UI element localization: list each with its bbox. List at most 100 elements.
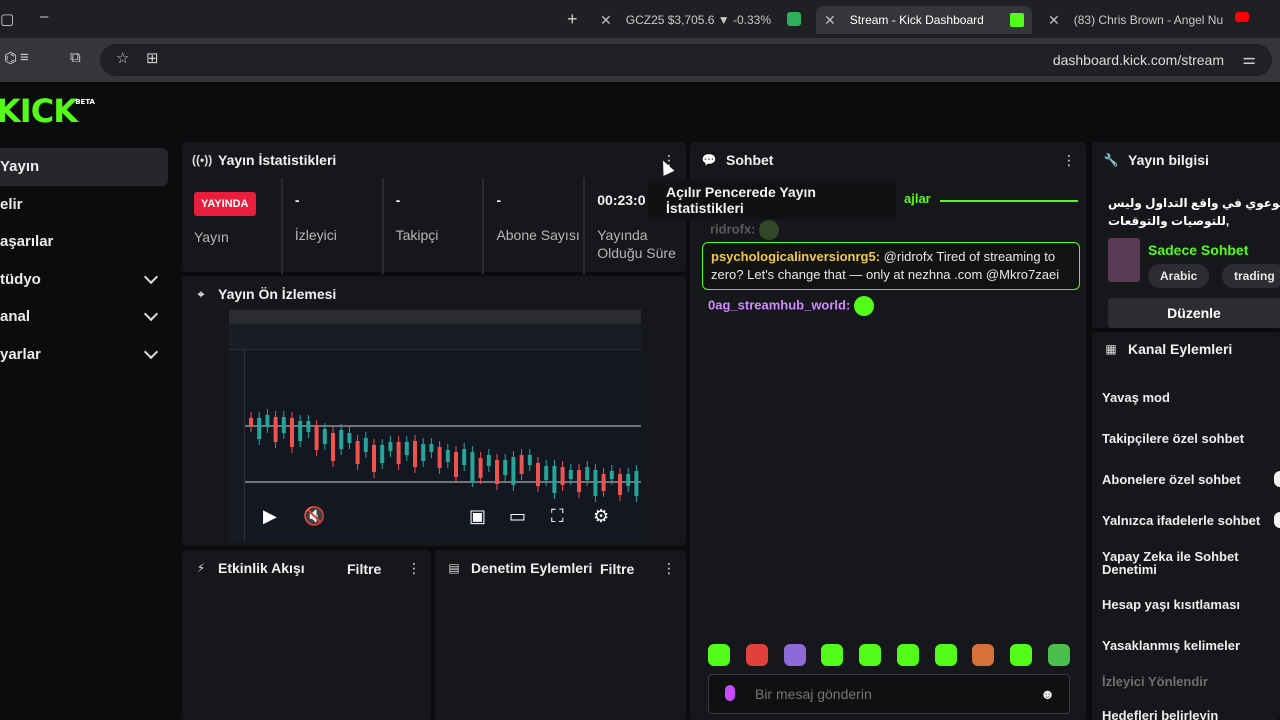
preview-candle <box>454 452 458 477</box>
channel-actions-panel: ▦ Kanal Eylemleri Yavaş mod Takipçilere … <box>1092 332 1280 720</box>
slow-mode-toggle[interactable]: Yavaş mod <box>1102 391 1170 404</box>
play-icon[interactable]: ▶ <box>263 506 277 527</box>
kick-logo[interactable]: KICK BETA <box>0 92 95 130</box>
stat-label: Abone Sayısı <box>496 227 580 243</box>
emote-icon[interactable] <box>1010 644 1033 666</box>
preview-candle <box>568 470 573 479</box>
category-label[interactable]: Sadece Sohbet <box>1148 242 1248 258</box>
preview-candle <box>593 470 598 496</box>
sidebar-item-revenue[interactable]: elir <box>0 186 168 224</box>
emoji-picker-icon[interactable]: ☻ <box>1040 686 1055 702</box>
emote-icon[interactable] <box>783 644 806 666</box>
preview-chart-sidebar <box>229 350 245 542</box>
account-age-toggle[interactable]: Hesap yaşı kısıtlaması <box>1102 598 1240 611</box>
window-icon[interactable]: ▢ <box>0 10 14 28</box>
subscribers-only-toggle[interactable]: Abonelere özel sohbet <box>1102 473 1241 486</box>
new-tab-icon[interactable]: + <box>567 9 578 30</box>
more-options-icon[interactable]: ⋮ <box>407 560 421 577</box>
preview-candle <box>372 445 376 472</box>
preview-candle <box>560 467 565 485</box>
chevron-down-icon <box>143 307 159 322</box>
sidebar-item-achievements[interactable]: aşarılar <box>0 223 168 261</box>
close-icon[interactable]: ✕ <box>1048 12 1060 29</box>
stream-preview-panel: ⌖ Yayın Ön İzlemesi ▶ 🔇 ▣ ▭ ⛶ ⚙ <box>182 276 686 546</box>
panel-header: ⌖ Yayın Ön İzlemesi <box>182 276 686 312</box>
emote-icon[interactable] <box>859 644 882 666</box>
tab-label: Stream - Kick Dashboard <box>849 13 984 27</box>
history-icon[interactable]: ⌬ <box>4 49 17 67</box>
preview-candle <box>331 433 335 461</box>
panel-header: ▦ Kanal Eylemleri <box>1092 332 1280 366</box>
followers-only-toggle[interactable]: Takipçilere özel sohbet <box>1102 432 1244 445</box>
activity-feed-panel: ⚡ Etkinlik Akışı Filtre ⋮ <box>182 550 431 720</box>
emote-only-switch[interactable] <box>1274 512 1280 528</box>
site-settings-icon[interactable]: ⚌ <box>1243 50 1256 68</box>
emote-icon[interactable] <box>934 644 957 666</box>
edit-stream-button[interactable]: Düzenle <box>1108 298 1280 328</box>
mute-icon[interactable]: 🔇 <box>303 506 325 527</box>
preview-candle <box>257 418 262 439</box>
emote-icon[interactable] <box>972 644 995 666</box>
preview-candle <box>437 447 442 468</box>
emote-icon[interactable] <box>821 644 844 666</box>
panel-header: ((•)) Yayın İstatistikleri <box>192 152 337 168</box>
preview-chart-toolbar <box>229 324 641 350</box>
sidebar-item-settings[interactable]: yarlar <box>0 336 168 374</box>
emote-only-toggle[interactable]: Yalnızca ifadelerle sohbet <box>1102 514 1260 527</box>
browser-toolbar: ⌬ ≡ ⧉ ☆ ⊞ dashboard.kick.com/stream ⚌ <box>0 38 1280 82</box>
playlist-icon[interactable]: ≡ <box>20 49 29 66</box>
settings-gear-icon[interactable]: ⚙ <box>593 506 609 527</box>
ai-moderation-toggle[interactable]: Yapay Zeka ile Sohbet Denetimi <box>1102 550 1262 576</box>
chat-message-input[interactable] <box>755 683 1035 705</box>
fullscreen-icon[interactable]: ⛶ <box>551 506 564 527</box>
address-bar[interactable]: ☆ ⊞ dashboard.kick.com/stream ⚌ <box>100 44 1272 76</box>
more-options-icon[interactable]: ⋮ <box>1062 152 1076 169</box>
tab-gold-futures[interactable]: ✕ GCZ25 $3,705.6 ▼ -0.33% <box>600 6 800 34</box>
sidebar-item-stream[interactable]: Yayın <box>0 148 168 186</box>
chat-username[interactable]: 0ag_streamhub_world: <box>708 297 850 312</box>
preview-candle <box>503 460 508 475</box>
emote-icon[interactable] <box>1047 644 1070 666</box>
picture-in-picture-icon[interactable]: ▣ <box>469 506 486 527</box>
preview-candle <box>298 421 303 441</box>
preview-candle <box>339 430 344 449</box>
translate-icon[interactable]: ⊞ <box>146 49 159 67</box>
preview-candle <box>413 441 417 467</box>
banned-words-toggle[interactable]: Yasaklanmış kelimeler <box>1102 639 1240 652</box>
emote-icon[interactable] <box>896 644 919 666</box>
emote-icon[interactable] <box>745 644 768 666</box>
emote-icon <box>759 220 780 240</box>
preview-candle <box>634 471 639 496</box>
sidebar-item-studio[interactable]: tüdyo <box>0 261 168 299</box>
browser-tab-bar: ▢ – + ✕ GCZ25 $3,705.6 ▼ -0.33% ✕ Stream… <box>0 0 1280 38</box>
preview-candle <box>486 455 491 466</box>
url-text: dashboard.kick.com/stream <box>1052 52 1224 68</box>
kick-favicon-icon <box>1010 13 1024 27</box>
more-options-icon[interactable]: ⋮ <box>662 560 676 577</box>
set-goals-action[interactable]: Hedefleri belirleyin <box>1102 709 1218 720</box>
extensions-icon[interactable]: ⧉ <box>70 49 81 66</box>
host-viewer-action[interactable]: İzleyici Yönlendir <box>1102 675 1208 688</box>
bookmark-star-icon[interactable]: ☆ <box>116 49 129 67</box>
chevron-down-icon <box>143 269 159 284</box>
subscribers-only-switch[interactable] <box>1274 471 1280 487</box>
tab-kick-dashboard[interactable]: ✕ Stream - Kick Dashboard <box>816 6 1032 34</box>
panel-header: 💬 Sohbet <box>701 152 774 168</box>
sidebar-item-channel[interactable]: anal <box>0 298 168 336</box>
preview-icon: ⌖ <box>197 286 205 301</box>
minimize-icon[interactable]: – <box>40 8 48 25</box>
video-preview[interactable]: ▶ 🔇 ▣ ▭ ⛶ ⚙ <box>229 310 641 542</box>
stats-popout-tooltip: Açılır Pencerede Yayın İstatistikleri <box>648 181 896 219</box>
theater-mode-icon[interactable]: ▭ <box>509 506 526 527</box>
stat-value: - <box>496 192 502 208</box>
preview-candle <box>470 452 475 481</box>
stats-row: YAYINDA Yayın - İzleyici - Takipçi - Abo… <box>182 178 686 274</box>
close-icon[interactable]: ✕ <box>824 12 836 29</box>
microphone-icon[interactable] <box>725 685 735 701</box>
filter-button[interactable]: Filtre <box>600 561 634 577</box>
chat-username[interactable]: psychologicalinversionrg5: <box>711 249 880 264</box>
filter-button[interactable]: Filtre <box>347 561 381 577</box>
close-icon[interactable]: ✕ <box>600 12 612 29</box>
emote-icon[interactable] <box>708 644 730 666</box>
chat-username[interactable]: ridrofx: <box>710 221 756 236</box>
